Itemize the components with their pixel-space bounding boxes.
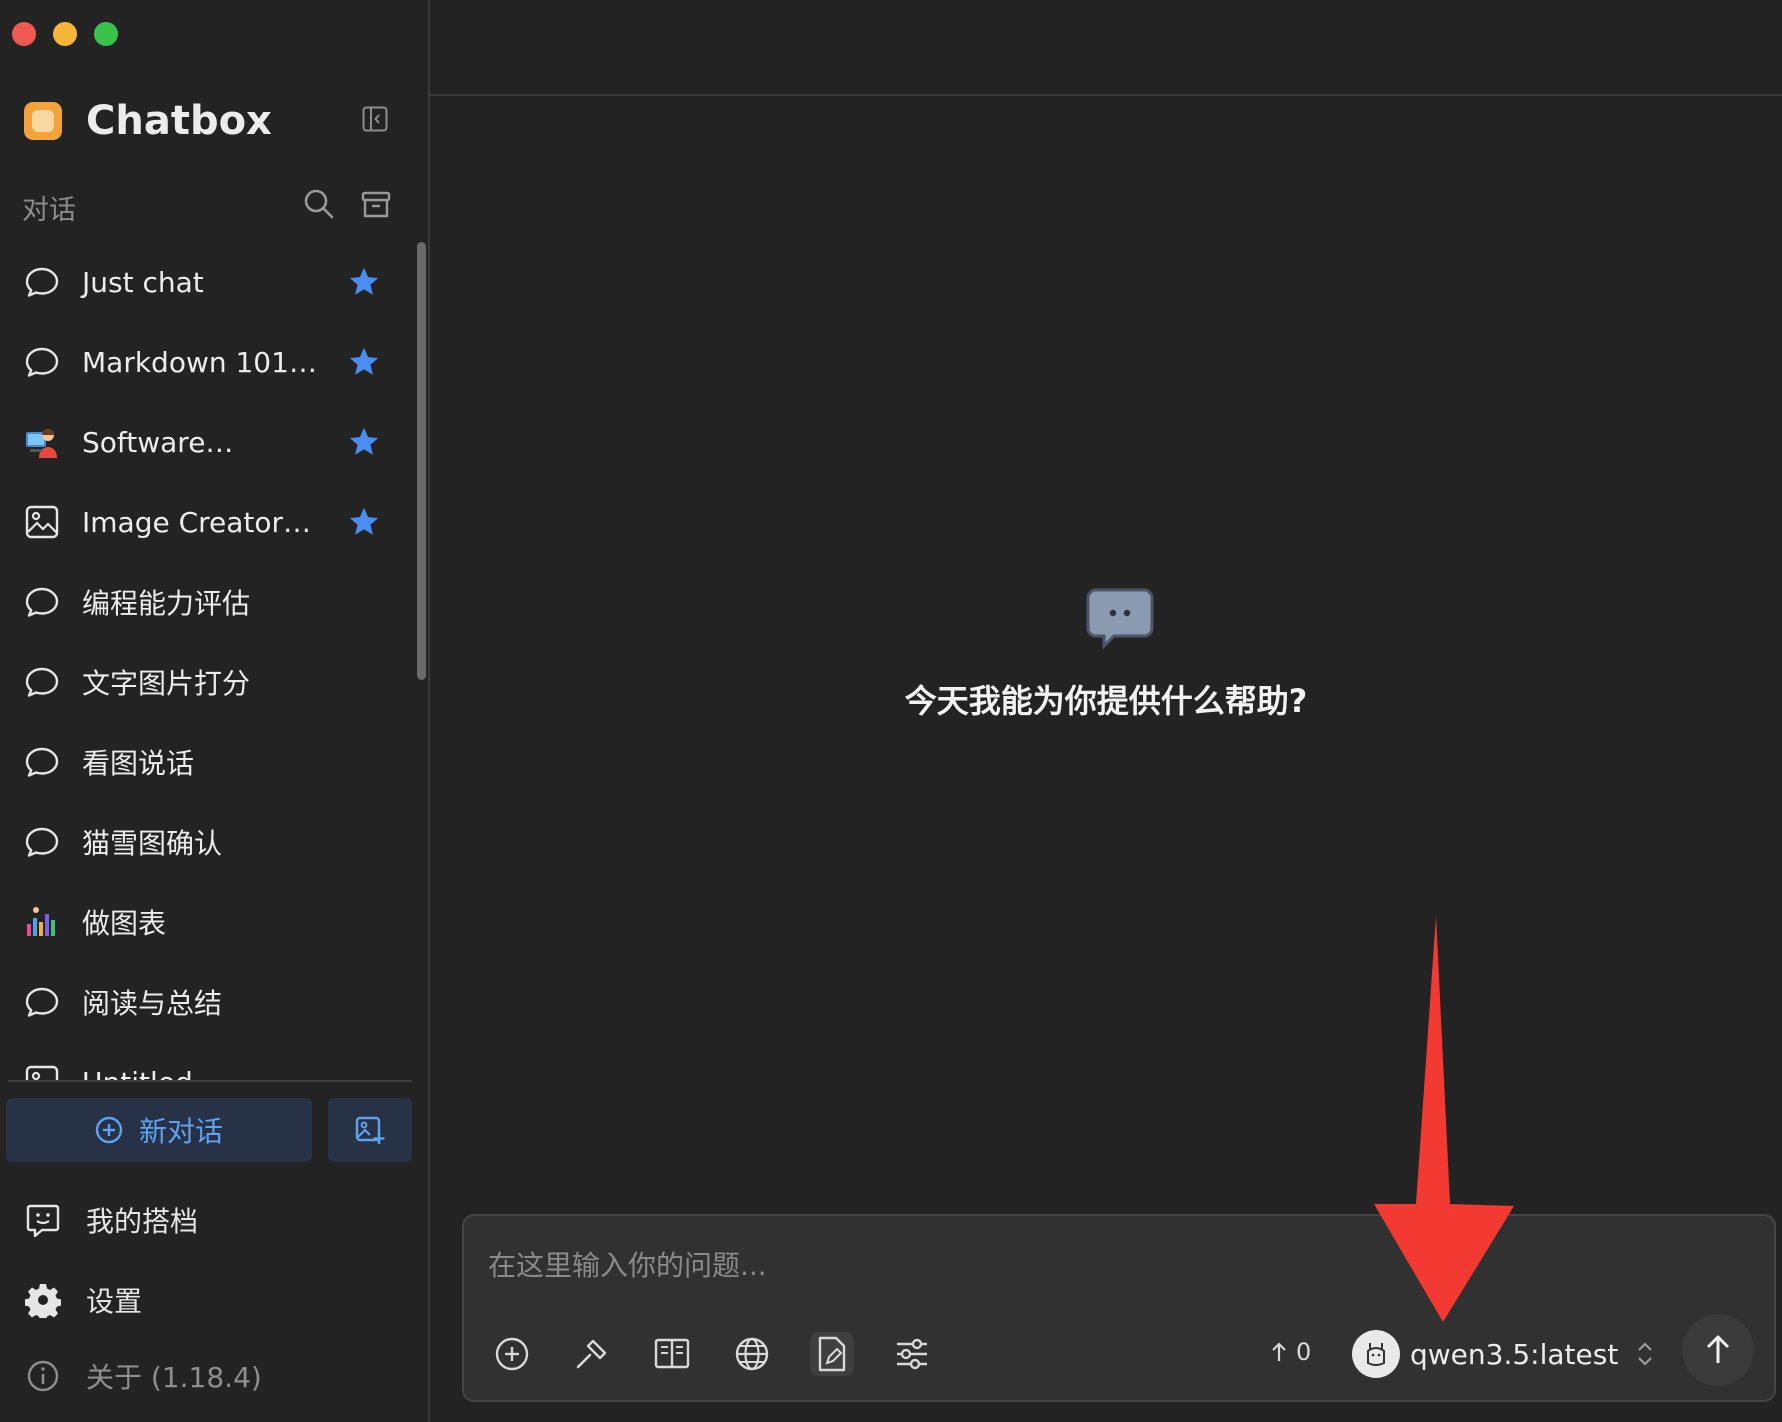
conversation-label: Markdown 101… [82,345,317,379]
conversation-item[interactable]: 阅读与总结 [0,962,418,1042]
conversation-label: 阅读与总结 [82,987,223,1020]
chat-bubble-icon [24,984,60,1020]
message-input[interactable]: 在这里输入你的问题... [488,1244,767,1284]
chat-bubble-icon [24,344,60,380]
conversation-label: 编程能力评估 [82,587,251,620]
chatbox-logo-icon [24,102,62,140]
image-icon [24,1064,60,1080]
gear-icon [24,1281,62,1319]
knowledge-base-button[interactable] [650,1332,694,1376]
main-header [430,0,1782,96]
about-label: 关于 (1.18.4) [86,1361,262,1394]
hammer-icon [576,1339,607,1369]
globe-icon [735,1337,769,1371]
conversations-section-title: 对话 [22,195,76,226]
conversation-list: Just chat Markdown 101… Software… Image … [0,242,418,1080]
star-icon[interactable] [347,425,381,459]
message-composer[interactable]: 在这里输入你的问题... 0 qwen3.5:latest [462,1214,1776,1402]
chat-bubble-icon [1086,588,1154,650]
sidebar-divider [8,1080,412,1082]
conversation-item[interactable]: 猫雪图确认 [0,802,418,882]
conversation-item[interactable]: Just chat [0,242,418,322]
conversation-item[interactable]: Image Creator… [0,482,418,562]
conversation-label: Software… [82,425,234,459]
arrow-up-icon [1706,1335,1730,1363]
archive-icon[interactable] [361,190,391,220]
web-search-button[interactable] [730,1332,774,1376]
chat-bubble-icon [24,744,60,780]
book-icon [654,1338,690,1369]
my-partners-label: 我的搭档 [86,1205,199,1238]
star-icon[interactable] [347,265,381,299]
llama-avatar-icon [1352,1330,1400,1378]
conversation-label: Untitled [82,1066,193,1081]
conversation-label: 做图表 [82,907,167,940]
maximize-window-button[interactable] [94,22,118,46]
info-icon [24,1357,62,1395]
developer-avatar-icon [24,424,60,460]
conversation-label: Image Creator… [82,505,312,539]
send-button[interactable] [1682,1314,1754,1386]
attach-button[interactable] [490,1332,534,1376]
model-selector[interactable]: qwen3.5:latest [1352,1330,1654,1378]
annotation-arrow-icon [1374,916,1514,1322]
conversation-item[interactable]: 文字图片打分 [0,642,418,722]
close-window-button[interactable] [12,22,36,46]
minimize-window-button[interactable] [53,22,77,46]
conversation-list-scrollbar[interactable] [417,242,426,680]
add-circle-icon [495,1337,529,1371]
empty-state-title: 今天我能为你提供什么帮助? [904,682,1308,720]
conversation-item[interactable]: 看图说话 [0,722,418,802]
conversation-item[interactable]: Untitled [0,1042,418,1080]
conversation-label: Just chat [82,265,204,299]
chat-face-icon [24,1201,62,1239]
settings-button[interactable]: 设置 [24,1280,142,1320]
conversation-label: 看图说话 [82,747,195,780]
chat-bubble-icon [24,584,60,620]
arrow-up-icon [1272,1342,1286,1361]
image-add-icon [355,1116,385,1144]
conversation-item[interactable]: 做图表 [0,882,418,962]
search-icon[interactable] [303,188,335,220]
document-edit-icon [818,1336,846,1372]
model-name: qwen3.5:latest [1410,1337,1619,1371]
conversation-label: 文字图片打分 [82,667,251,700]
chat-bubble-icon [24,664,60,700]
window-controls [12,22,118,46]
sliders-icon [897,1338,927,1370]
settings-label: 设置 [86,1285,143,1318]
new-chat-button[interactable]: 新对话 [6,1098,312,1162]
chat-bubble-icon [24,264,60,300]
add-circle-icon [95,1116,123,1144]
about-button[interactable]: 关于 (1.18.4) [24,1356,262,1396]
app-brand: Chatbox [24,98,272,144]
star-icon[interactable] [347,345,381,379]
tools-button[interactable] [570,1332,614,1376]
document-button[interactable] [810,1332,854,1376]
sidebar-collapse-icon[interactable] [362,106,388,132]
token-count-value: 0 [1296,1338,1312,1366]
sidebar: Chatbox 对话 Just chat Markdown 101… Softw… [0,0,430,1422]
new-chat-label: 新对话 [138,1115,223,1148]
chart-avatar-icon [24,904,60,940]
chat-bubble-icon [24,824,60,860]
conversation-label: 猫雪图确认 [82,827,223,860]
chat-settings-button[interactable] [890,1332,934,1376]
chevron-up-down-icon [1638,1342,1653,1366]
app-name: Chatbox [86,98,272,144]
new-image-chat-button[interactable] [328,1098,412,1162]
token-counter: 0 [1270,1338,1311,1366]
conversation-item[interactable]: 编程能力评估 [0,562,418,642]
conversation-item[interactable]: Software… [0,402,418,482]
star-icon[interactable] [347,505,381,539]
image-icon [24,504,60,540]
conversation-item[interactable]: Markdown 101… [0,322,418,402]
my-partners-button[interactable]: 我的搭档 [24,1200,198,1240]
